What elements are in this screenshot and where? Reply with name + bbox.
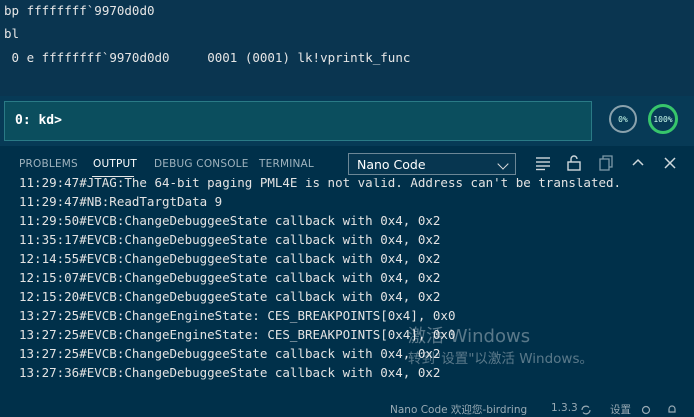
progress-gauge: 100% bbox=[648, 104, 678, 134]
debugger-line: bl bbox=[4, 26, 20, 41]
debugger-output: bp ffffffff`9970d0d0 bl 0 e ffffffff`997… bbox=[0, 0, 694, 96]
activation-watermark-subtitle: 转到"设置"以激活 Windows。 bbox=[408, 351, 593, 367]
log-line: 13:27:25#EVCB:ChangeEngineState: CES_BRE… bbox=[19, 308, 456, 323]
progress-gauge: 0% bbox=[609, 105, 637, 133]
status-version[interactable]: 1.3.3 bbox=[551, 402, 578, 414]
lock-icon[interactable] bbox=[565, 154, 583, 172]
gauge-label: 100% bbox=[653, 114, 673, 124]
command-input[interactable]: 0: kd> bbox=[4, 101, 592, 141]
gear-icon[interactable] bbox=[640, 404, 652, 416]
log-line: 13:27:25#EVCB:ChangeEngineState: CES_BRE… bbox=[19, 327, 456, 342]
active-tab-indicator bbox=[92, 176, 134, 177]
copy-icon[interactable] bbox=[597, 154, 615, 172]
tab-debug-console[interactable]: DEBUG CONSOLE bbox=[154, 158, 249, 170]
log-line: 11:35:17#EVCB:ChangeDebuggeeState callba… bbox=[19, 232, 441, 247]
log-line: 12:15:07#EVCB:ChangeDebuggeeState callba… bbox=[19, 270, 441, 285]
log-line: 11:29:47#NB:ReadTargtData 9 bbox=[19, 194, 223, 209]
chevron-down-icon bbox=[497, 158, 509, 170]
sync-icon[interactable] bbox=[580, 404, 592, 416]
output-log[interactable]: 11:29:47#JTAG:The 64-bit paging PML4E is… bbox=[0, 178, 694, 404]
debugger-line: bp ffffffff`9970d0d0 bbox=[4, 3, 155, 18]
gauge-label: 0% bbox=[618, 114, 628, 124]
log-line: 11:29:50#EVCB:ChangeDebuggeeState callba… bbox=[19, 213, 441, 228]
debugger-line: 0 e ffffffff`9970d0d0 0001 (0001) lk!vpr… bbox=[4, 50, 411, 65]
log-line: 12:14:55#EVCB:ChangeDebuggeeState callba… bbox=[19, 251, 441, 266]
activation-watermark-title: 激活 Windows bbox=[408, 326, 531, 347]
close-icon[interactable] bbox=[661, 154, 679, 172]
bell-icon[interactable] bbox=[666, 404, 678, 416]
chevron-up-icon[interactable] bbox=[629, 154, 647, 172]
status-settings[interactable]: 设置 bbox=[610, 402, 631, 417]
command-prompt: 0: kd> bbox=[15, 113, 62, 128]
log-line: 12:15:20#EVCB:ChangeDebuggeeState callba… bbox=[19, 289, 441, 304]
channel-label: Nano Code bbox=[357, 157, 426, 172]
log-line: 11:29:47#JTAG:The 64-bit paging PML4E is… bbox=[19, 178, 622, 190]
status-user[interactable]: Nano Code 欢迎您-birdring bbox=[390, 402, 527, 417]
log-line: 13:27:25#EVCB:ChangeDebuggeeState callba… bbox=[19, 346, 441, 361]
list-filter-icon[interactable] bbox=[534, 154, 552, 172]
tab-problems[interactable]: PROBLEMS bbox=[19, 158, 78, 170]
tab-terminal[interactable]: TERMINAL bbox=[259, 158, 314, 170]
log-line: 13:27:36#EVCB:ChangeDebuggeeState callba… bbox=[19, 365, 441, 380]
output-channel-select[interactable]: Nano Code bbox=[348, 153, 516, 175]
tab-output[interactable]: OUTPUT bbox=[93, 158, 137, 170]
